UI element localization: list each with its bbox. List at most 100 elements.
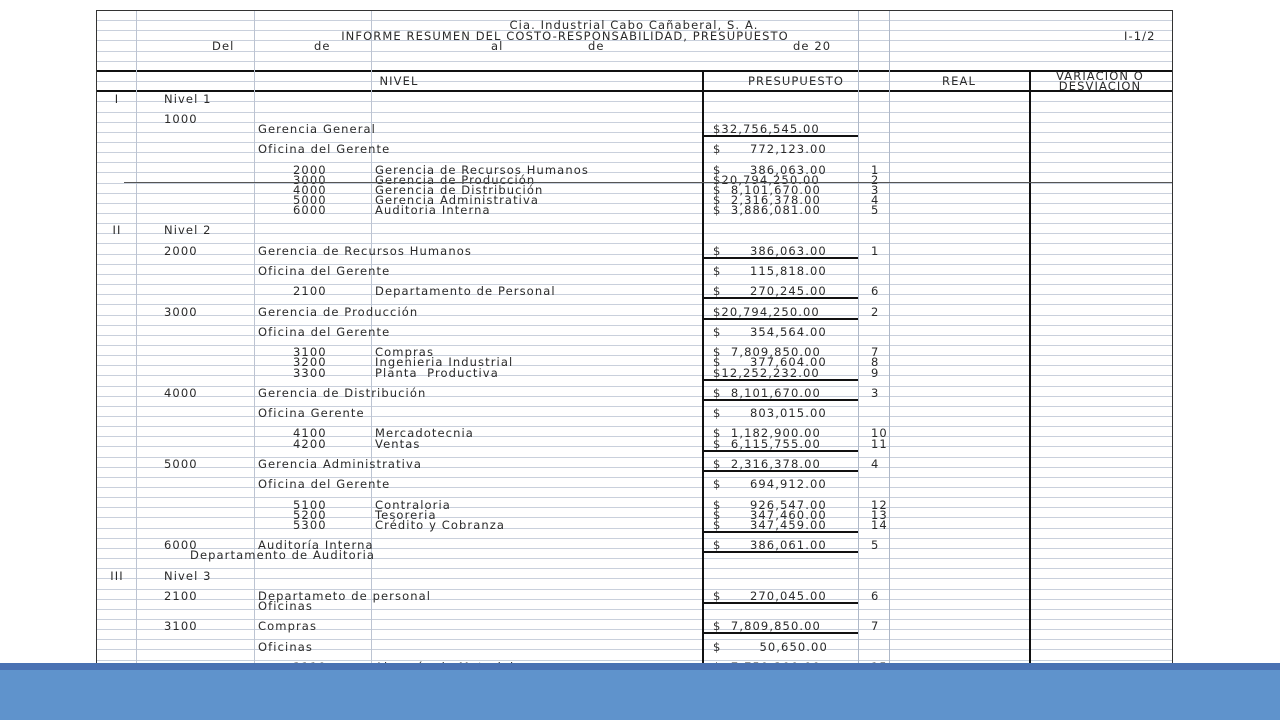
budget-amount: $ 354,564.00 <box>713 325 827 339</box>
budget-amount: $ 2,316,378.00 <box>713 457 821 471</box>
amount-underline <box>703 632 858 634</box>
amount-underline <box>703 257 858 259</box>
budget-amount: $ 270,245.00 <box>713 284 827 298</box>
date-al-label: al <box>491 39 504 53</box>
amount-underline <box>703 297 858 299</box>
grid-line <box>96 193 1173 194</box>
grid-line <box>96 183 1173 184</box>
reference-number: 2 <box>871 305 880 319</box>
reference-number: 4 <box>871 457 880 471</box>
budget-amount: $ 3,886,081.00 <box>713 203 821 217</box>
cost-center-name: Gerencia de Producción <box>258 305 419 319</box>
cost-center-name: Gerencia General <box>258 122 376 136</box>
sub-center-code: 5300 <box>293 518 327 532</box>
budget-amount: $ 115,818.00 <box>713 264 827 278</box>
reference-number: 14 <box>871 518 888 532</box>
amount-underline <box>703 379 858 381</box>
budget-amount: $ 50,650.00 <box>713 640 828 654</box>
reference-number: 9 <box>871 366 880 380</box>
cost-center-name: Oficina Gerente <box>258 406 365 420</box>
grid-line <box>96 213 1173 214</box>
sub-center-code: 6000 <box>293 203 327 217</box>
grid-line <box>96 112 1173 113</box>
amount-underline <box>703 531 858 533</box>
grid-line <box>96 101 1173 102</box>
reference-number: 5 <box>871 538 880 552</box>
budget-amount: $ 694,912.00 <box>713 477 827 491</box>
budget-amount: $ 270,045.00 <box>713 589 827 603</box>
amount-underline <box>703 399 858 401</box>
grid-line <box>96 578 1173 579</box>
column-header-desviacion: DESVIACION <box>1058 79 1142 93</box>
budget-amount: $ 8,101,670.00 <box>713 386 821 400</box>
budget-amount: $12,252,232.00 <box>713 366 820 380</box>
column-header-real: REAL <box>942 74 976 88</box>
reference-number: 1 <box>871 244 880 258</box>
grid-line <box>96 233 1173 234</box>
grid-line <box>96 10 1173 11</box>
grid-line <box>96 568 1173 569</box>
cost-center-name: Oficinas <box>258 640 313 654</box>
sub-center-name: Departamento de Personal <box>375 284 556 298</box>
sub-center-name: Auditoria Interna <box>375 203 491 217</box>
budget-amount: $ 7,809,850.00 <box>713 619 821 633</box>
grid-line <box>96 294 1173 295</box>
grid-line <box>96 497 1173 498</box>
cost-center-code: 4000 <box>164 386 198 400</box>
cost-center-name: Oficinas <box>258 599 313 613</box>
grid-column-line <box>371 10 372 714</box>
grid-line <box>96 172 1173 173</box>
date-de-label-2: de <box>588 39 605 53</box>
cost-center-name: Oficina del Gerente <box>258 264 391 278</box>
grid-line <box>96 365 1173 366</box>
grid-line <box>96 517 1173 518</box>
grid-line <box>96 446 1173 447</box>
page-reference: I-1/2 <box>1124 29 1156 43</box>
column-border <box>1029 70 1031 714</box>
amount-underline <box>703 470 858 472</box>
cost-center-name: Gerencia de Recursos Humanos <box>258 244 472 258</box>
date-del-label: Del <box>212 39 235 53</box>
sub-center-code: 3300 <box>293 366 327 380</box>
cost-center-name: Compras <box>258 619 318 633</box>
cost-center-code: 2000 <box>164 244 198 258</box>
reference-number: 5 <box>871 203 880 217</box>
cost-center-code: Nivel 3 <box>164 569 212 583</box>
budget-amount: $ 772,123.00 <box>713 142 827 156</box>
row-separator <box>124 182 1173 183</box>
grid-line <box>96 507 1173 508</box>
column-border <box>702 70 704 714</box>
budget-amount: $ 803,015.00 <box>713 406 827 420</box>
sub-center-code: 4200 <box>293 437 327 451</box>
header-border-top <box>96 70 1173 72</box>
grid-line <box>96 81 1173 82</box>
reference-number: 6 <box>871 589 880 603</box>
grid-line <box>96 61 1173 62</box>
grid-line <box>96 51 1173 52</box>
cost-center-name: Oficina del Gerente <box>258 325 391 339</box>
grid-line <box>96 426 1173 427</box>
report-title: INFORME RESUMEN DEL COSTO-RESPONSABILIDA… <box>341 29 789 43</box>
grid-line <box>96 375 1173 376</box>
grid-line <box>96 436 1173 437</box>
budget-amount: $20,794,250.00 <box>713 305 820 319</box>
grid-line <box>96 660 1173 661</box>
amount-underline <box>703 602 858 604</box>
amount-underline <box>703 318 858 320</box>
level-numeral: I <box>114 92 120 106</box>
date-year-label: de 20 <box>793 39 832 53</box>
sub-center-code: 2100 <box>293 284 327 298</box>
amount-underline <box>703 551 858 553</box>
grid-line <box>96 162 1173 163</box>
grid-column-line <box>889 10 890 714</box>
reference-number: 7 <box>871 619 880 633</box>
grid-line <box>96 284 1173 285</box>
level-numeral: III <box>110 569 124 583</box>
grid-column-line <box>254 10 255 714</box>
sub-center-name: Crédito y Cobranza <box>375 518 506 532</box>
amount-underline <box>703 135 858 137</box>
cost-center-code: 5000 <box>164 457 198 471</box>
reference-number: 6 <box>871 284 880 298</box>
column-header-nivel: NIVEL <box>379 74 419 88</box>
header-border-bottom <box>96 90 1173 92</box>
